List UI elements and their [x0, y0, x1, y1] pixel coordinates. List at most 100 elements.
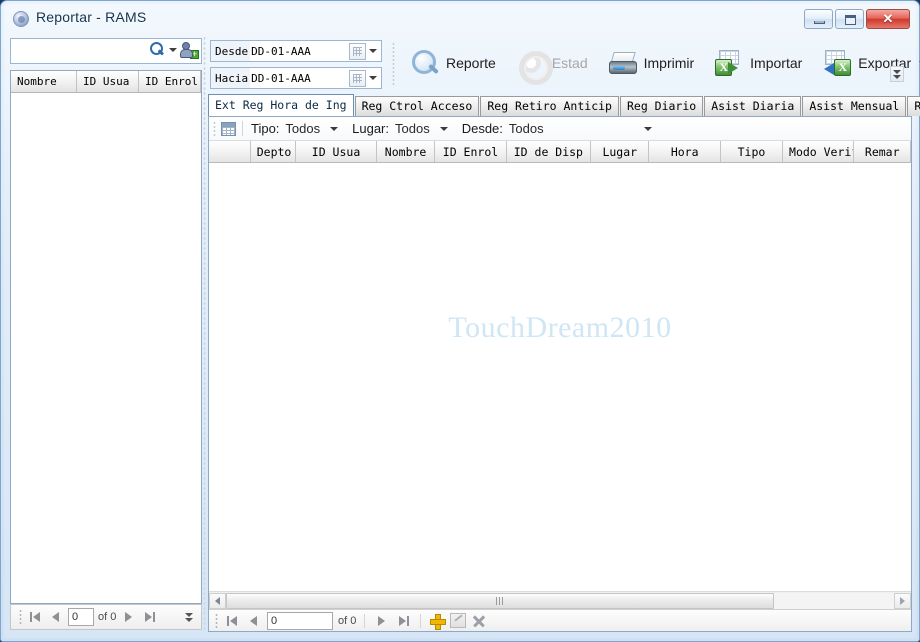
- filter-desde[interactable]: Desde: Todos: [462, 121, 666, 136]
- tab-reg-ctrol-acceso[interactable]: Reg Ctrol Acceso: [355, 96, 480, 116]
- printer-icon: [608, 48, 638, 78]
- search-icon[interactable]: [148, 41, 166, 59]
- estad-label: Estad: [552, 55, 588, 71]
- imprimir-button[interactable]: Imprimir: [600, 42, 703, 84]
- date-from-value[interactable]: DD-01-AAA: [250, 45, 349, 58]
- search-input[interactable]: [14, 42, 138, 60]
- tab-asist-diaria[interactable]: Asist Diaria: [704, 96, 801, 116]
- estad-button[interactable]: Estad: [508, 42, 596, 84]
- reporte-label: Reporte: [446, 55, 496, 71]
- gear-icon: [516, 48, 546, 78]
- column-header-id-de-disp[interactable]: ID de Disp: [507, 141, 591, 162]
- double-chevron-down-icon[interactable]: [183, 610, 195, 624]
- column-header-id-enrol[interactable]: ID Enrol: [435, 141, 506, 162]
- next-record-button[interactable]: [120, 608, 137, 626]
- last-record-button[interactable]: [395, 612, 412, 630]
- column-header-depto[interactable]: Depto: [251, 141, 296, 162]
- chevron-down-icon[interactable]: [369, 49, 377, 53]
- exportar-button[interactable]: X Exportar: [814, 42, 920, 84]
- importar-label: Importar: [750, 55, 802, 71]
- column-header-hora[interactable]: Hora: [649, 141, 720, 162]
- column-header-modo-verif[interactable]: Modo Verif: [783, 141, 854, 162]
- date-to-value[interactable]: DD-01-AAA: [250, 72, 349, 85]
- last-record-button[interactable]: [141, 608, 158, 626]
- filter-bar-grip[interactable]: [213, 121, 216, 136]
- app-globe-icon: [13, 11, 29, 27]
- chevron-down-icon[interactable]: [369, 76, 377, 80]
- record-count-label: of 0: [98, 611, 116, 623]
- chevron-down-icon[interactable]: [440, 127, 448, 131]
- user-list-header: Nombre ID Usua ID Enrol: [11, 71, 201, 93]
- grid-view-icon[interactable]: [221, 122, 236, 136]
- page-number-input[interactable]: [267, 612, 333, 630]
- tab-asist-mensual[interactable]: Asist Mensual: [802, 96, 906, 116]
- add-record-icon[interactable]: [429, 613, 445, 629]
- plus-badge-icon: +: [190, 50, 199, 59]
- imprimir-label: Imprimir: [644, 55, 695, 71]
- filter-lugar[interactable]: Lugar: Todos: [352, 121, 462, 136]
- user-add-icon[interactable]: +: [180, 41, 198, 59]
- left-panel: + Nombre ID Usua ID Enrol: [10, 36, 202, 632]
- previous-record-button[interactable]: [245, 612, 262, 630]
- page-number-input[interactable]: [68, 608, 94, 626]
- horizontal-scrollbar[interactable]: [209, 591, 911, 609]
- excel-import-icon: X: [714, 48, 744, 78]
- column-header-tipo[interactable]: Tipo: [721, 141, 783, 162]
- scrollbar-track[interactable]: [226, 593, 894, 609]
- toolbar-overflow-icon[interactable]: [890, 66, 904, 82]
- first-record-button[interactable]: [26, 608, 43, 626]
- right-area: Desde DD-01-AAA Hacia DD-01-AAA: [206, 36, 912, 632]
- delete-record-icon[interactable]: [471, 613, 487, 629]
- scroll-left-icon[interactable]: [209, 593, 226, 609]
- calendar-icon[interactable]: [349, 70, 366, 87]
- column-header-lugar[interactable]: Lugar: [591, 141, 649, 162]
- tab-reg-retiro-anticip[interactable]: Reg Retiro Anticip: [480, 96, 619, 116]
- maximize-icon: [845, 15, 856, 25]
- close-button[interactable]: ✕: [866, 9, 910, 29]
- date-to-field[interactable]: Hacia DD-01-AAA: [210, 67, 382, 89]
- next-record-button[interactable]: [373, 612, 390, 630]
- search-box: +: [10, 38, 202, 64]
- chevron-down-icon[interactable]: [330, 127, 338, 131]
- tab-reg-simboli[interactable]: Reg Simboli: [907, 96, 920, 116]
- filter-tipo-label: Tipo:: [251, 121, 279, 136]
- filter-desde-value: Todos: [509, 121, 544, 136]
- user-list-grid: Nombre ID Usua ID Enrol: [10, 70, 202, 604]
- excel-export-icon: X: [822, 48, 852, 78]
- user-list-body[interactable]: [11, 93, 201, 603]
- maximize-button[interactable]: [835, 9, 864, 29]
- first-record-button[interactable]: [223, 612, 240, 630]
- minimize-button[interactable]: [804, 9, 833, 29]
- watermark-text: TouchDream2010: [209, 311, 911, 345]
- close-icon: ✕: [867, 10, 909, 28]
- column-header-id-usua[interactable]: ID Usua: [77, 71, 139, 92]
- reporte-button[interactable]: Reporte: [402, 42, 504, 84]
- data-grid-navigator: of 0: [209, 609, 911, 631]
- edit-record-icon[interactable]: [450, 613, 466, 628]
- scroll-right-icon[interactable]: [894, 593, 911, 609]
- toolbar-grip[interactable]: [392, 42, 395, 86]
- previous-record-button[interactable]: [47, 608, 64, 626]
- column-header-remar[interactable]: Remar: [854, 141, 911, 162]
- filter-desde-label: Desde:: [462, 121, 503, 136]
- column-header-select[interactable]: [209, 141, 251, 162]
- importar-button[interactable]: X Importar: [706, 42, 810, 84]
- data-grid-body[interactable]: TouchDream2010: [209, 163, 911, 611]
- column-header-id-enrol[interactable]: ID Enrol: [139, 71, 201, 92]
- column-header-nombre[interactable]: Nombre: [11, 71, 77, 92]
- column-header-nombre[interactable]: Nombre: [377, 141, 435, 162]
- filter-tipo[interactable]: Tipo: Todos: [251, 121, 352, 136]
- column-header-id-usua[interactable]: ID Usua: [296, 141, 377, 162]
- navigator-grip[interactable]: [19, 609, 22, 625]
- date-from-field[interactable]: Desde DD-01-AAA: [210, 40, 382, 62]
- scrollbar-thumb[interactable]: [226, 593, 774, 609]
- chevron-down-icon[interactable]: [169, 48, 177, 52]
- client-area: + Nombre ID Usua ID Enrol: [4, 34, 916, 638]
- tab-reg-diario[interactable]: Reg Diario: [620, 96, 703, 116]
- chevron-down-icon[interactable]: [644, 127, 652, 131]
- calendar-icon[interactable]: [349, 43, 366, 60]
- filter-separator: [242, 121, 243, 136]
- title-bar: Reportar - RAMS ✕: [4, 4, 916, 34]
- navigator-grip[interactable]: [215, 613, 218, 629]
- tab-ext-reg-hora-de-ing[interactable]: Ext Reg Hora de Ing: [208, 94, 354, 116]
